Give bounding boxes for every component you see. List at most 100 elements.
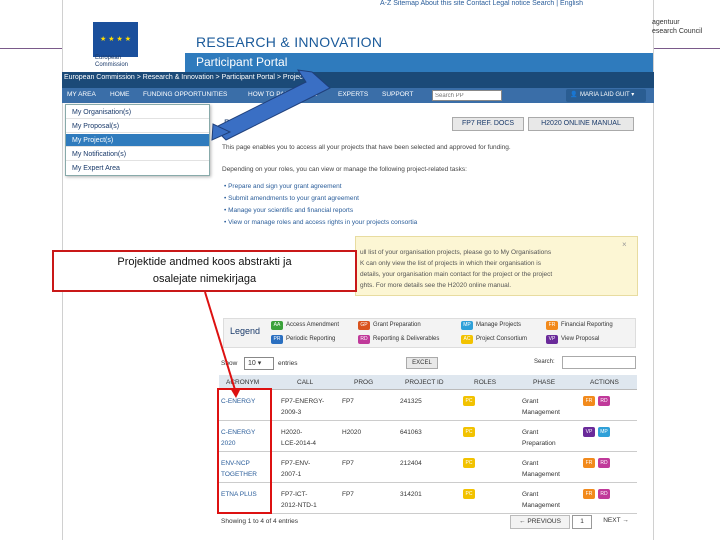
cell-project-id: 241325 [400,398,422,405]
action-button[interactable]: RD [598,489,610,499]
legend-label: Grant Preparation [373,322,421,328]
cell-prog: FP7 [342,491,354,498]
acronym-highlight-box [217,388,272,514]
menu-my-expert-area[interactable]: My Expert Area [66,162,209,175]
search-input[interactable] [432,90,502,101]
action-button[interactable]: MP [598,427,610,437]
site-title: RESEARCH & INNOVATION [196,34,383,50]
col-prog[interactable]: PROG [354,379,373,386]
notice-line: K can only view the list of projects in … [360,260,542,267]
callout-line-2: osalejate nimekirjaga [152,273,257,285]
menu-my-notifications[interactable]: My Notification(s) [66,148,209,161]
col-phase[interactable]: PHASE [533,379,555,386]
ec-logo-text: European Commission [95,55,128,69]
action-button[interactable]: FR [583,458,595,468]
nav-my-area[interactable]: MY AREA [67,91,96,98]
cell-project-id: 212404 [400,460,422,467]
callout-note: Projektide andmed koos abstrakti ja osal… [52,250,357,292]
legend-badge: GP [358,321,370,330]
bullet-link[interactable]: • Submit amendments to your grant agreem… [224,195,359,202]
breadcrumb[interactable]: European Commission > Research & Innovat… [64,74,308,81]
notice-line: details, your organisation main contact … [360,271,553,278]
notice-line: ull list of your organisation projects, … [360,249,552,256]
close-icon[interactable]: × [622,240,627,249]
ec-line-1: European [95,55,122,61]
nav-funding[interactable]: FUNDING OPPORTUNITIES [143,91,227,98]
action-button[interactable]: RD [598,458,610,468]
cell-phase: Grant [522,491,539,498]
col-project-id[interactable]: PROJECT ID [405,379,444,386]
search-icon[interactable]: ⌕ [497,91,501,99]
agency-text: agentuur esearch Council [652,18,702,36]
agency-line-1: agentuur [652,19,680,26]
nav-home[interactable]: HOME [110,91,130,98]
cell-call: H2020- [281,429,303,436]
legend-label: Manage Projects [476,322,522,328]
excel-export-button[interactable]: EXCEL [406,357,438,369]
role-badge: PC [463,427,475,437]
top-links[interactable]: A-Z Sitemap About this site Contact Lega… [380,0,583,7]
action-button[interactable]: VP [583,427,595,437]
legend-badge: FR [546,321,558,330]
notice-line: ghts. For more details see the H2020 onl… [360,282,512,289]
legend-label: Financial Reporting [561,322,613,328]
portal-title: Participant Portal [196,55,288,69]
cell-call: LCE-2014-4 [281,440,317,447]
cell-phase: Grant [522,429,539,436]
next-button[interactable]: NEXT → [596,515,636,529]
page-title: Projects [224,118,257,128]
cell-project-id: 641063 [400,429,422,436]
user-icon: 👤 [570,92,578,98]
cell-project-id: 314201 [400,491,422,498]
page-number-button[interactable]: 1 [572,515,592,529]
cell-call: FP7-ENERGY- [281,398,325,405]
action-button[interactable]: FR [583,489,595,499]
cell-prog: FP7 [342,460,354,467]
table-search-input[interactable] [562,356,636,369]
role-badge: PC [463,396,475,406]
bullet-link[interactable]: • Manage your scientific and financial r… [224,207,353,214]
showing-entries: Showing 1 to 4 of 4 entries [221,518,298,525]
page-size-select[interactable]: 10 ▾ [244,357,274,370]
agency-line-2: esearch Council [652,28,703,35]
cell-prog: FP7 [342,398,354,405]
entries-label: entries [278,360,298,367]
cell-phase: Management [522,409,560,416]
role-badge: PC [463,489,475,499]
action-button[interactable]: FR [583,396,595,406]
cell-call: 2009-3 [281,409,302,416]
cell-prog: H2020 [342,429,362,436]
h2020-online-manual-button[interactable]: H2020 ONLINE MANUAL [528,117,634,131]
col-actions[interactable]: ACTIONS [590,379,619,386]
nav-how-to-participate[interactable]: HOW TO PARTICIPATE [248,91,317,98]
role-badge: PC [463,458,475,468]
legend-badge: AA [271,321,283,330]
show-label: Show [221,360,238,367]
action-button[interactable]: RD [598,396,610,406]
col-call[interactable]: CALL [297,379,313,386]
user-menu-button[interactable]: 👤 MARIA LAID GUIT ▾ [566,89,646,102]
menu-my-organisations[interactable]: My Organisation(s) [66,106,209,119]
fp7-ref-docs-button[interactable]: FP7 REF. DOCS [452,117,524,131]
cell-phase: Management [522,502,560,509]
legend-label: Reporting & Deliverables [373,336,440,342]
cell-call: FP7-ICT- [281,491,308,498]
legend-badge: MP [461,321,473,330]
bullet-link[interactable]: • Prepare and sign your grant agreement [224,183,342,190]
eu-flag-logo[interactable]: ★ ★ ★ ★ [93,22,138,57]
cell-call: 2012-NTD-1 [281,502,317,509]
callout-line-1: Projektide andmed koos abstrakti ja [117,256,292,268]
legend-badge: RD [358,335,370,344]
previous-button[interactable]: ← PREVIOUS [510,515,570,529]
col-acronym[interactable]: ACRONYM [226,379,259,386]
col-roles[interactable]: ROLES [474,379,496,386]
cell-call: FP7-ENV- [281,460,311,467]
nav-support[interactable]: SUPPORT [382,91,413,98]
menu-my-projects[interactable]: My Project(s) [66,134,209,147]
nav-experts[interactable]: EXPERTS [338,91,368,98]
menu-my-proposals[interactable]: My Proposal(s) [66,120,209,133]
table-search-label: Search: [534,359,555,365]
cell-phase: Management [522,471,560,478]
cell-phase: Grant [522,460,539,467]
bullet-link[interactable]: • View or manage roles and access rights… [224,219,417,226]
